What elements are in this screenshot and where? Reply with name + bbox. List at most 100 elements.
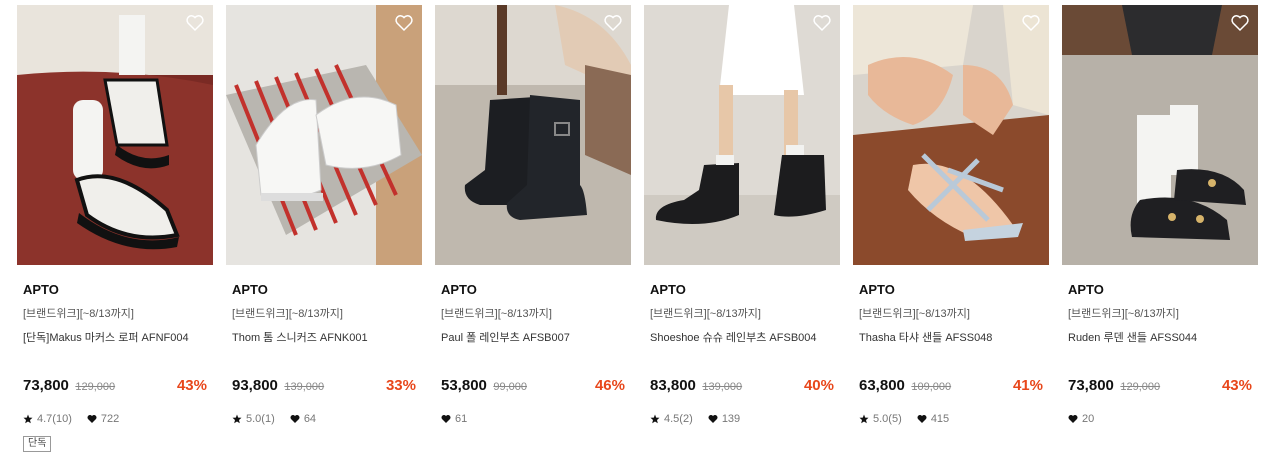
product-image[interactable]: [17, 5, 213, 265]
product-stats: 4.5(2) 139: [650, 412, 834, 426]
likes-count: 64: [303, 413, 317, 425]
rating: 4.7(10): [23, 412, 72, 426]
product-card[interactable]: APTO [브랜드위크][~8/13까지] Paul 폴 레인부츠 AFSB00…: [435, 5, 631, 426]
product-brand[interactable]: APTO: [441, 282, 625, 298]
rating: 5.0(5): [859, 412, 902, 426]
rainboot-photo: [644, 5, 840, 265]
likes-count: 139: [721, 413, 741, 425]
rating-value: 4.7(10): [37, 413, 72, 425]
original-price: 139,000: [284, 381, 325, 393]
star-icon: [650, 414, 660, 424]
discount-rate: 43%: [1221, 377, 1252, 394]
price-row: 73,800 129,000 43%: [23, 377, 207, 395]
wishlist-heart-icon[interactable]: [185, 13, 205, 33]
rating: 4.5(2): [650, 412, 693, 426]
product-name[interactable]: Ruden 루덴 샌들 AFSS044: [1068, 331, 1252, 345]
wishlist-heart-icon[interactable]: [1230, 13, 1250, 33]
sandal-photo: [853, 5, 1049, 265]
product-name[interactable]: Thom 톰 스니커즈 AFNK001: [232, 331, 416, 345]
product-image[interactable]: [644, 5, 840, 265]
product-stats: 61: [441, 412, 625, 426]
product-brand[interactable]: APTO: [1068, 282, 1252, 298]
original-price: 109,000: [911, 381, 952, 393]
product-promo[interactable]: [브랜드위크][~8/13까지]: [859, 307, 1043, 321]
star-icon: [23, 414, 33, 424]
product-stats: 20: [1068, 412, 1252, 426]
rating-value: 5.0(5): [873, 413, 902, 425]
discount-rate: 40%: [803, 377, 834, 394]
likes: 139: [708, 412, 740, 426]
product-stats: 4.7(10) 722: [23, 412, 207, 426]
sale-price: 73,800: [23, 377, 69, 394]
price-row: 93,800 139,000 33%: [232, 377, 416, 395]
likes: 64: [290, 412, 316, 426]
heart-icon: [290, 415, 300, 423]
product-stats: 5.0(1) 64: [232, 412, 416, 426]
loafer-photo: [17, 5, 213, 265]
original-price: 99,000: [493, 381, 527, 393]
wishlist-heart-icon[interactable]: [812, 13, 832, 33]
likes: 722: [87, 412, 119, 426]
rating: 5.0(1): [232, 412, 275, 426]
sandal-photo: [1062, 5, 1258, 265]
likes-count: 722: [100, 413, 120, 425]
product-brand[interactable]: APTO: [650, 282, 834, 298]
likes: 20: [1068, 412, 1094, 426]
product-name[interactable]: Shoeshoe 슈슈 레인부츠 AFSB004: [650, 331, 834, 345]
likes: 415: [917, 412, 949, 426]
sneaker-photo: [226, 5, 422, 265]
heart-icon: [708, 415, 718, 423]
heart-icon: [1068, 415, 1078, 423]
product-promo[interactable]: [브랜드위크][~8/13까지]: [650, 307, 834, 321]
star-icon: [232, 414, 242, 424]
discount-rate: 43%: [176, 377, 207, 394]
price-row: 83,800 139,000 40%: [650, 377, 834, 395]
sale-price: 93,800: [232, 377, 278, 394]
original-price: 129,000: [75, 381, 116, 393]
heart-icon: [917, 415, 927, 423]
star-icon: [859, 414, 869, 424]
product-card[interactable]: APTO [브랜드위크][~8/13까지] Thasha 타샤 샌들 AFSS0…: [853, 5, 1049, 426]
original-price: 139,000: [702, 381, 743, 393]
product-brand[interactable]: APTO: [859, 282, 1043, 298]
product-promo[interactable]: [브랜드위크][~8/13까지]: [441, 307, 625, 321]
price-row: 63,800 109,000 41%: [859, 377, 1043, 395]
product-grid: APTO [브랜드위크][~8/13까지] [단독]Makus 마커스 로퍼 A…: [0, 0, 1270, 468]
rainboot-photo: [435, 5, 631, 265]
product-promo[interactable]: [브랜드위크][~8/13까지]: [232, 307, 416, 321]
product-name[interactable]: Thasha 타샤 샌들 AFSS048: [859, 331, 1043, 345]
wishlist-heart-icon[interactable]: [394, 13, 414, 33]
discount-rate: 33%: [385, 377, 416, 394]
product-image[interactable]: [435, 5, 631, 265]
likes-count: 20: [1082, 413, 1095, 425]
product-image[interactable]: [853, 5, 1049, 265]
price-row: 53,800 99,000 46%: [441, 377, 625, 395]
price-row: 73,800 129,000 43%: [1068, 377, 1252, 395]
sale-price: 63,800: [859, 377, 905, 394]
likes: 61: [441, 412, 467, 426]
product-promo[interactable]: [브랜드위크][~8/13까지]: [23, 307, 207, 321]
product-card[interactable]: APTO [브랜드위크][~8/13까지] Shoeshoe 슈슈 레인부츠 A…: [644, 5, 840, 426]
product-brand[interactable]: APTO: [23, 282, 207, 298]
product-card[interactable]: APTO [브랜드위크][~8/13까지] Thom 톰 스니커즈 AFNK00…: [226, 5, 422, 426]
original-price: 129,000: [1120, 381, 1161, 393]
rating-value: 4.5(2): [664, 413, 693, 425]
wishlist-heart-icon[interactable]: [603, 13, 623, 33]
product-brand[interactable]: APTO: [232, 282, 416, 298]
product-image[interactable]: [1062, 5, 1258, 265]
sale-price: 53,800: [441, 377, 487, 394]
product-card[interactable]: APTO [브랜드위크][~8/13까지] [단독]Makus 마커스 로퍼 A…: [17, 5, 213, 452]
product-promo[interactable]: [브랜드위크][~8/13까지]: [1068, 307, 1252, 321]
product-image[interactable]: [226, 5, 422, 265]
discount-rate: 41%: [1012, 377, 1043, 394]
product-name[interactable]: [단독]Makus 마커스 로퍼 AFNF004: [23, 331, 207, 345]
likes-count: 61: [455, 413, 468, 425]
likes-count: 415: [930, 413, 950, 425]
heart-icon: [441, 415, 451, 423]
heart-icon: [87, 415, 97, 423]
product-name[interactable]: Paul 폴 레인부츠 AFSB007: [441, 331, 625, 345]
wishlist-heart-icon[interactable]: [1021, 13, 1041, 33]
product-card[interactable]: APTO [브랜드위크][~8/13까지] Ruden 루덴 샌들 AFSS04…: [1062, 5, 1258, 426]
product-stats: 5.0(5) 415: [859, 412, 1043, 426]
sale-price: 73,800: [1068, 377, 1114, 394]
